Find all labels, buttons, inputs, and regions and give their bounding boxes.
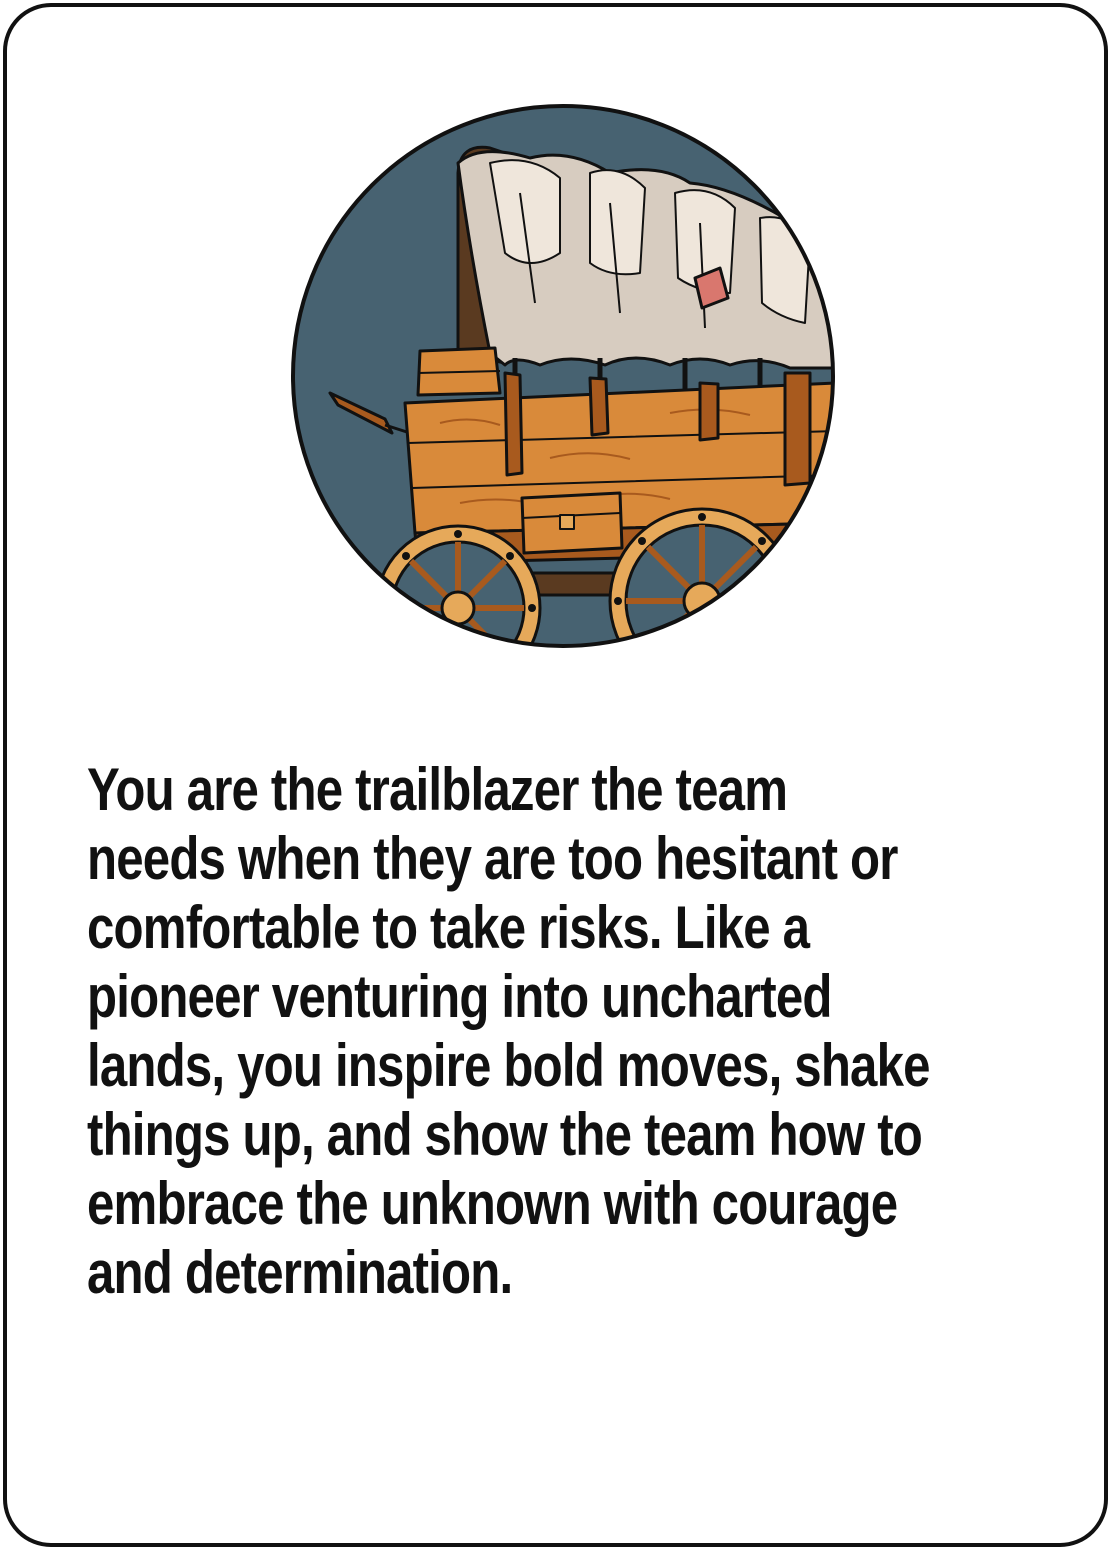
description-line: needs when they are too hesitant or (87, 825, 898, 892)
description-line: pioneer venturing into uncharted (87, 963, 832, 1030)
description-line: comfortable to take risks. Like a (87, 894, 810, 961)
description-line: and determination. (87, 1239, 513, 1306)
description-line: embrace the unknown with courage (87, 1170, 898, 1237)
covered-wagon-icon (291, 104, 835, 648)
card-description: You are the trailblazer the team needs w… (87, 755, 1047, 1307)
card: You are the trailblazer the team needs w… (3, 3, 1108, 1547)
description-line: lands, you inspire bold moves, shake (87, 1032, 930, 1099)
description-line: You are the trailblazer the team (87, 756, 788, 823)
description-line: things up, and show the team how to (87, 1101, 923, 1168)
